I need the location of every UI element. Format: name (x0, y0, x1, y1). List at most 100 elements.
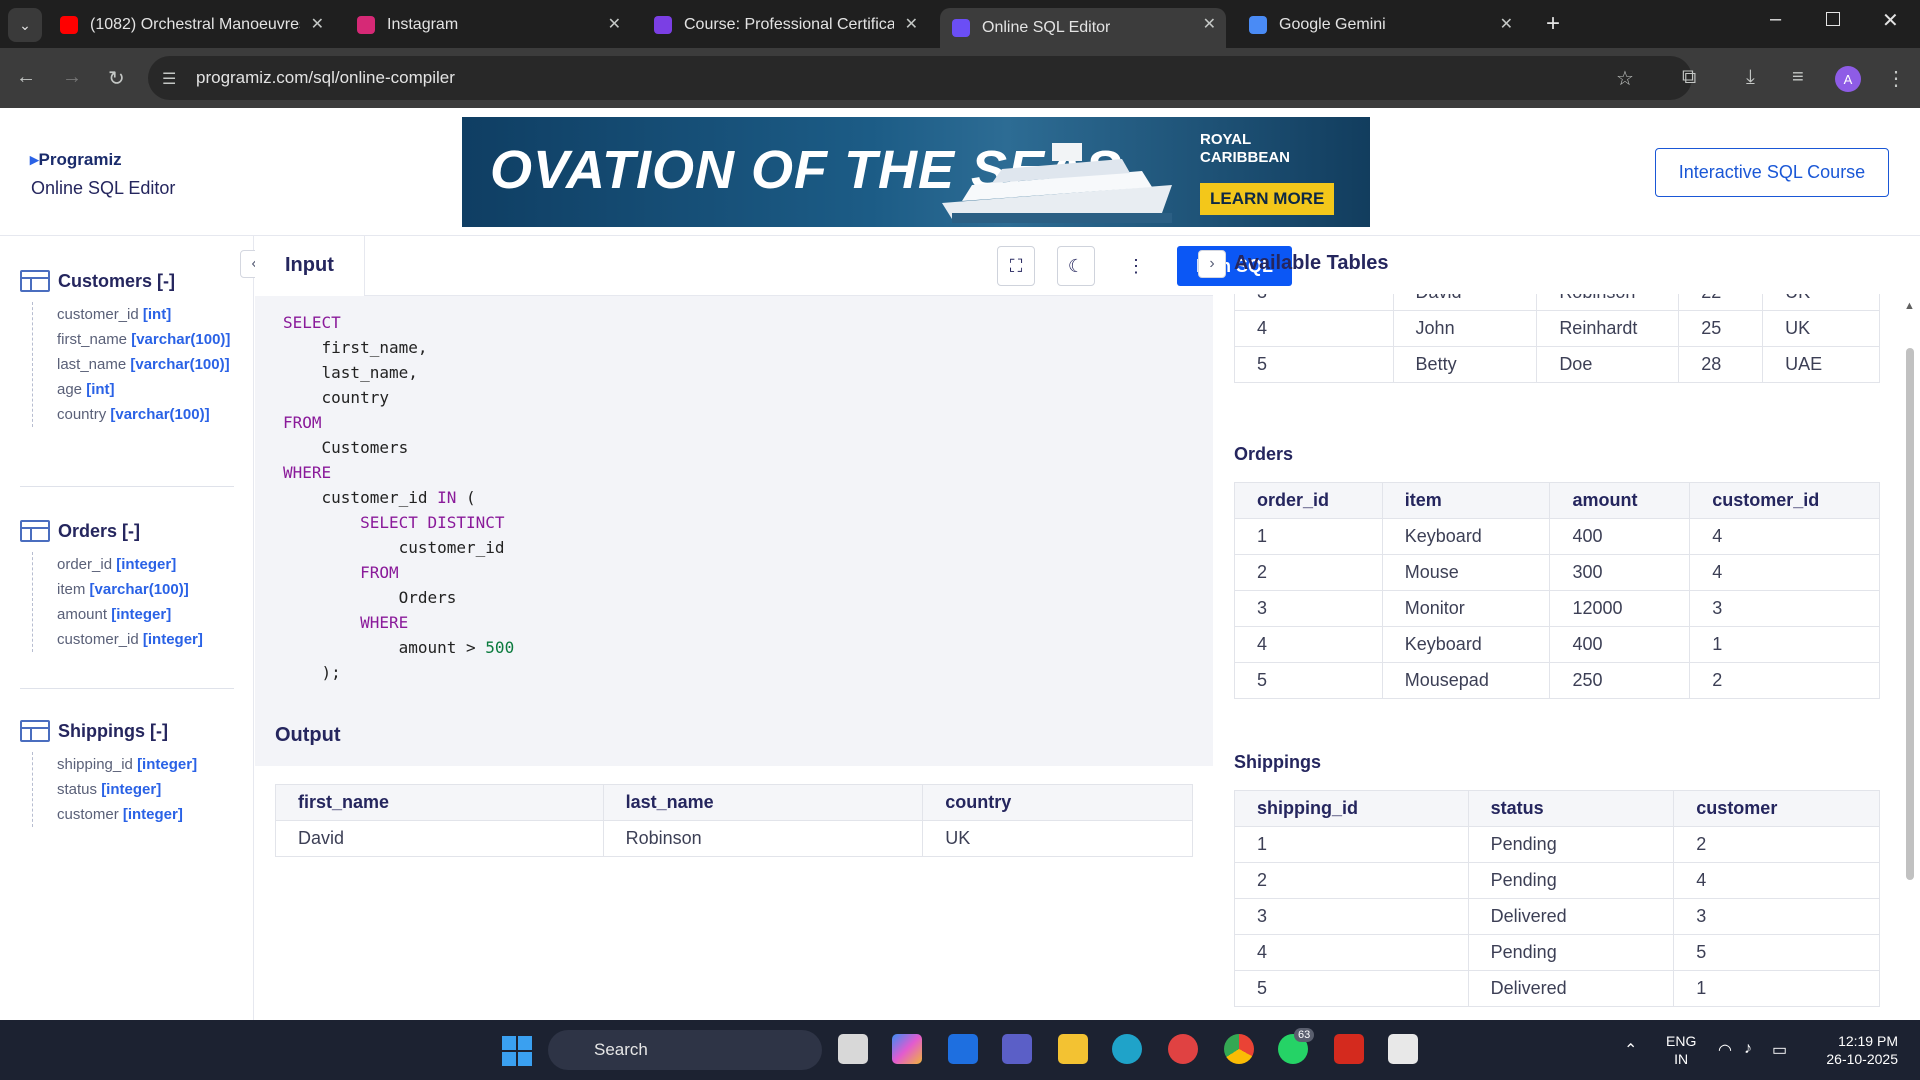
table-cell: Robinson (1536, 294, 1680, 311)
volume-icon[interactable]: ♪ (1744, 1040, 1752, 1058)
profile-avatar[interactable]: A (1835, 66, 1861, 92)
new-tab-button[interactable]: + (1546, 10, 1560, 38)
back-icon[interactable]: ← (16, 66, 36, 89)
schema-table-title[interactable]: Orders [-] (58, 521, 140, 542)
available-tables-title: Available Tables (1234, 252, 1389, 274)
tab-input[interactable]: Input (255, 236, 365, 296)
table-cell: 1 (1234, 826, 1469, 863)
fullscreen-icon[interactable]: ⛶ (997, 246, 1035, 286)
table-cell: 2 (1673, 826, 1880, 863)
table-cell: Pending (1467, 934, 1675, 971)
url-text[interactable]: programiz.com/sql/online-compiler (196, 68, 455, 88)
tab-close-icon[interactable]: ✕ (311, 14, 324, 34)
shippings-table: shipping_id status customer 1 Pending 2 2 Pendi… (1234, 790, 1880, 1007)
browser-tab[interactable]: Instagram ✕ (345, 8, 631, 42)
reload-icon[interactable]: ↻ (108, 66, 125, 91)
table-cell: 1 (1234, 518, 1383, 555)
ad-brand-line2: CARIBBEAN (1200, 149, 1290, 166)
available-tables-panel: Available Tables 3DavidRobinson22UK4John… (1214, 236, 1920, 1020)
battery-icon[interactable]: ▭ (1772, 1040, 1787, 1060)
close-window-button[interactable]: ✕ (1882, 8, 1899, 33)
table-cell: Robinson (602, 820, 924, 857)
page: ▸Programiz Online SQL Editor OVATION OF … (0, 108, 1920, 1020)
acrobat-icon[interactable] (1334, 1034, 1364, 1064)
copilot-icon[interactable] (892, 1034, 922, 1064)
table-cell: 4 (1234, 934, 1469, 971)
column-header: shipping_id (1234, 790, 1469, 827)
table-cell: 400 (1549, 626, 1691, 663)
tab-title: (1082) Orchestral Manoeuvres (90, 16, 300, 33)
app-red-icon[interactable] (1168, 1034, 1198, 1064)
extensions-icon[interactable]: ⧉ (1682, 66, 1696, 89)
browser-tab[interactable]: Google Gemini ✕ (1237, 8, 1523, 42)
teams-icon[interactable] (1002, 1034, 1032, 1064)
more-options-icon[interactable]: ⋮ (1117, 246, 1155, 286)
divider (20, 688, 234, 689)
site-info-icon[interactable]: ☰ (162, 69, 176, 89)
tab-favicon-icon (1249, 16, 1267, 34)
schema-table-title[interactable]: Shippings [-] (58, 721, 168, 742)
tab-favicon-icon (952, 19, 970, 37)
column-type: [varchar(100)] (131, 331, 231, 348)
schema-column: order_id [integer] (57, 552, 234, 577)
available-tables-scroll[interactable]: 3DavidRobinson22UK4JohnReinhardt25UK5Bet… (1214, 294, 1920, 1020)
app-icon[interactable] (948, 1034, 978, 1064)
forward-icon[interactable]: → (62, 66, 82, 89)
table-cell: 2 (1234, 862, 1469, 899)
interactive-sql-course-button[interactable]: Interactive SQL Course (1655, 148, 1889, 197)
code-line: SELECT (283, 313, 341, 332)
restore-button[interactable] (1826, 12, 1840, 26)
tab-close-icon[interactable]: ✕ (905, 14, 918, 34)
schema-table-title[interactable]: Customers [-] (58, 271, 175, 292)
file-explorer-icon[interactable] (1058, 1034, 1088, 1064)
lang-line1: ENG (1666, 1033, 1697, 1049)
table-cell: 400 (1549, 518, 1691, 555)
task-view-icon[interactable] (838, 1034, 868, 1064)
column-header: status (1467, 790, 1675, 827)
chrome-icon[interactable] (1224, 1034, 1254, 1064)
table-cell: 2 (1234, 554, 1383, 591)
bookmark-star-icon[interactable]: ☆ (1616, 66, 1634, 91)
code-line: amount > 500 (283, 638, 515, 657)
menu-kebab-icon[interactable]: ⋮ (1886, 66, 1906, 91)
ad-banner[interactable]: OVATION OF THE SEAS ROYAL CARIBBEAN LEARN… (462, 117, 1370, 227)
table-row: 5 Delivered 1 (1234, 970, 1880, 1007)
code-editor[interactable]: SELECT first_name, last_name, country FRO… (283, 310, 514, 685)
windows-start-icon[interactable] (502, 1036, 532, 1066)
scroll-up-arrow-icon[interactable]: ▲ (1904, 300, 1915, 312)
wifi-icon[interactable]: ◠ (1718, 1040, 1732, 1060)
scrollbar-thumb[interactable] (1906, 348, 1914, 880)
tab-close-icon[interactable]: ✕ (1500, 14, 1513, 34)
snipping-tool-icon[interactable] (1388, 1034, 1418, 1064)
table-cell: 5 (1234, 662, 1383, 699)
schema-column: amount [integer] (57, 602, 234, 627)
column-name: last_name (57, 356, 131, 373)
code-line: last_name, (283, 363, 418, 382)
collapse-tables-button[interactable]: › (1198, 250, 1226, 278)
dark-mode-icon[interactable]: ☾ (1057, 246, 1095, 286)
minimize-button[interactable]: – (1770, 8, 1781, 31)
ad-learn-more-button[interactable]: LEARN MORE (1200, 183, 1335, 215)
column-list: shipping_id [integer] status [integer] cus… (32, 752, 234, 827)
language-indicator[interactable]: ENG IN (1666, 1032, 1696, 1068)
clock[interactable]: 12:19 PM 26-10-2025 (1818, 1032, 1898, 1068)
browser-tab[interactable]: (1082) Orchestral Manoeuvres ✕ (48, 8, 334, 42)
code-line: WHERE (360, 613, 409, 632)
tab-close-icon[interactable]: ✕ (608, 14, 621, 34)
code-line: ); (283, 663, 341, 682)
tab-close-icon[interactable]: ✕ (1203, 14, 1216, 34)
browser-tab[interactable]: Online SQL Editor ✕ (940, 8, 1226, 48)
programiz-logo[interactable]: ▸Programiz (30, 150, 122, 170)
edge-icon[interactable] (1112, 1034, 1142, 1064)
media-control-icon[interactable]: ≡ (1792, 66, 1804, 89)
download-icon[interactable]: ⤓ (1746, 66, 1755, 89)
table-cell: 300 (1549, 554, 1691, 591)
show-hidden-icons-icon[interactable]: ⌃ (1624, 1040, 1637, 1060)
table-cell: Delivered (1467, 970, 1675, 1007)
table-icon (20, 270, 50, 292)
tab-search-button[interactable]: ⌄ (8, 8, 42, 42)
taskbar-search[interactable]: Search (548, 1030, 822, 1070)
browser-tab[interactable]: Course: Professional Certificate ✕ (642, 8, 928, 42)
table-cell: Betty (1392, 346, 1538, 383)
code-line: Orders (283, 588, 457, 607)
